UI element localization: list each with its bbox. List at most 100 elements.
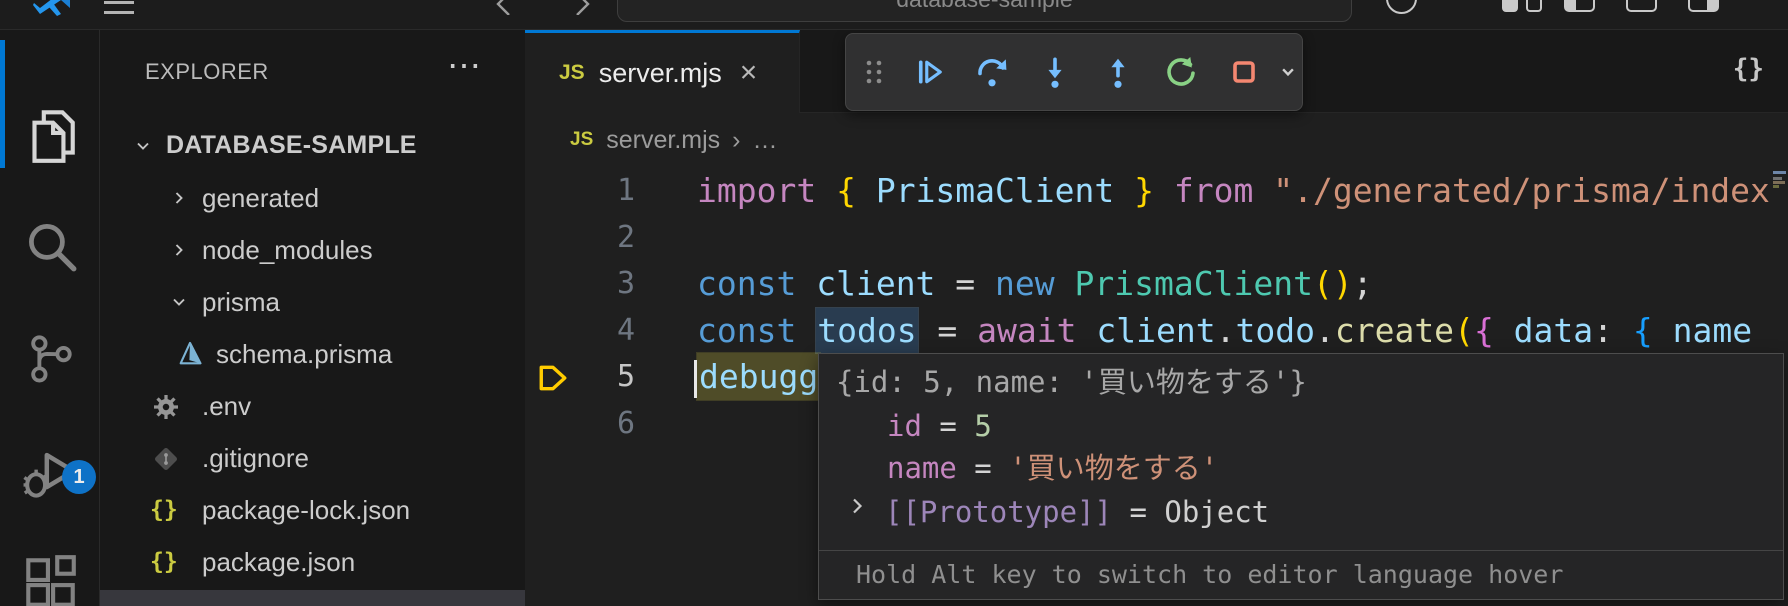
tree-item-package-lock-json[interactable]: {}package-lock.json bbox=[100, 485, 525, 537]
forward-icon[interactable] bbox=[570, 0, 594, 15]
step-out-icon bbox=[1100, 54, 1136, 90]
chevron-down-icon bbox=[168, 291, 190, 313]
code-token: client bbox=[1096, 311, 1215, 350]
code-line-4: 4const todos = await client.todo.create(… bbox=[525, 307, 1788, 354]
toggle-panel-icon[interactable] bbox=[1626, 0, 1657, 12]
code-token: 5 bbox=[974, 409, 991, 443]
explorer-more-actions-button[interactable]: ⋯ bbox=[447, 46, 483, 86]
code-token: import bbox=[697, 171, 836, 210]
activity-debug-button[interactable]: 1 bbox=[0, 420, 100, 520]
line-number[interactable]: 3 bbox=[525, 260, 635, 307]
line-number[interactable]: 1 bbox=[525, 167, 635, 214]
js-file-icon: JS bbox=[559, 61, 585, 85]
activity-files-button[interactable] bbox=[0, 84, 100, 184]
code-token: = bbox=[922, 409, 974, 443]
code-token: = bbox=[1112, 495, 1164, 529]
tab-label: server.mjs bbox=[599, 58, 722, 89]
line-number[interactable]: 5 bbox=[525, 353, 635, 400]
code-token: {id: 5, name: '買い物をする'} bbox=[836, 365, 1307, 399]
stop-button[interactable] bbox=[1226, 54, 1262, 90]
code-token: const bbox=[697, 311, 816, 350]
toggle-secondary-sidebar-icon[interactable] bbox=[1688, 0, 1719, 12]
code-token: { bbox=[1633, 311, 1653, 350]
explorer-title: EXPLORER bbox=[145, 59, 269, 85]
back-icon[interactable] bbox=[492, 0, 516, 15]
account-icon[interactable] bbox=[1386, 0, 1417, 14]
code-token: () bbox=[1313, 264, 1353, 303]
explorer-sidebar: EXPLORER ⋯ DATABASE-SAMPLEgenerated node_… bbox=[100, 30, 525, 606]
code-token: PrismaClient bbox=[876, 171, 1114, 210]
menu-icon[interactable] bbox=[104, 0, 136, 30]
search-icon bbox=[19, 215, 81, 277]
code-line-content: import { PrismaClient } from "./generate… bbox=[697, 167, 1770, 214]
activity-extensions-button[interactable] bbox=[0, 532, 100, 606]
tree-item-label: node_modules bbox=[202, 235, 373, 266]
code-token: const bbox=[697, 264, 816, 303]
chevron-down-icon bbox=[1275, 59, 1301, 85]
tree-item-label: package.json bbox=[202, 547, 355, 578]
sticky-scroll-braces-icon[interactable]: {} bbox=[1733, 54, 1764, 84]
code-token: { bbox=[836, 171, 876, 210]
activity-source-control-button[interactable] bbox=[0, 308, 100, 408]
breadcrumb-file[interactable]: server.mjs bbox=[606, 126, 720, 155]
code-token: name bbox=[1653, 311, 1752, 350]
code-token: create bbox=[1335, 311, 1454, 350]
stop-icon bbox=[1226, 54, 1262, 90]
breadcrumb-separator: › bbox=[732, 126, 740, 155]
expand-chevron-icon[interactable] bbox=[845, 494, 869, 518]
tree-item--gitignore[interactable]: .gitignore bbox=[100, 433, 525, 485]
code-token: data bbox=[1494, 311, 1593, 350]
tab-server-mjs[interactable]: JS server.mjs × bbox=[525, 30, 800, 113]
command-center[interactable]: database-sample bbox=[617, 0, 1352, 22]
code-token: ( bbox=[1454, 311, 1474, 350]
code-token: '買い物をする' bbox=[1009, 451, 1218, 485]
code-line-2: 2 bbox=[525, 214, 1788, 261]
json-icon: {} bbox=[150, 549, 178, 575]
line-number[interactable]: 4 bbox=[525, 307, 635, 354]
activity-search-button[interactable] bbox=[0, 196, 100, 296]
tab-close-icon[interactable]: × bbox=[740, 56, 758, 90]
grip-icon bbox=[864, 57, 884, 87]
tooltip-row-prototype[interactable]: [[Prototype]] = Object bbox=[885, 490, 1269, 534]
code-line-content: const client = new PrismaClient(); bbox=[697, 260, 1373, 307]
tooltip-row: {id: 5, name: '買い物をする'} bbox=[836, 360, 1307, 404]
tree-item-label: schema.prisma bbox=[216, 339, 392, 370]
code-token: client bbox=[816, 264, 935, 303]
continue-button[interactable] bbox=[911, 54, 947, 90]
restart-button[interactable] bbox=[1163, 54, 1199, 90]
toggle-sidebar-icon[interactable] bbox=[1564, 0, 1595, 12]
tree-item-schema-prisma[interactable]: schema.prisma bbox=[100, 329, 525, 381]
breadcrumb: JS server.mjs › … bbox=[525, 113, 1788, 167]
hover-footer-hint: Hold Alt key to switch to editor languag… bbox=[819, 550, 1783, 599]
explorer-selected-item[interactable] bbox=[100, 590, 525, 606]
tree-item-package-json[interactable]: {} package.json bbox=[100, 537, 525, 589]
step-out-button[interactable] bbox=[1100, 54, 1136, 90]
code-token: : bbox=[1593, 311, 1633, 350]
customize-layout-icon[interactable] bbox=[1502, 0, 1542, 12]
tooltip-row: name = '買い物をする' bbox=[887, 446, 1218, 490]
breadcrumb-symbol-more[interactable]: … bbox=[752, 126, 777, 155]
tree-item-prisma[interactable]: prisma bbox=[100, 277, 525, 329]
vscode-logo-icon bbox=[33, 0, 71, 26]
prisma-icon bbox=[176, 340, 204, 368]
line-number[interactable]: 2 bbox=[525, 214, 635, 261]
code-token: id bbox=[887, 409, 922, 443]
code-token: [[Prototype]] bbox=[885, 495, 1112, 529]
step-over-button[interactable] bbox=[974, 54, 1010, 90]
continue-icon bbox=[911, 54, 947, 90]
tree-item--env[interactable]: .env bbox=[100, 381, 525, 433]
chevron-down-button[interactable] bbox=[1275, 59, 1301, 85]
tree-item-generated[interactable]: generated bbox=[100, 173, 525, 225]
step-over-icon bbox=[974, 54, 1010, 90]
tree-item-node-modules[interactable]: node_modules bbox=[100, 225, 525, 277]
line-number[interactable]: 6 bbox=[525, 400, 635, 447]
code-line-3: 3 const client = new PrismaClient(); bbox=[525, 260, 1788, 307]
js-file-icon: JS bbox=[570, 129, 593, 151]
code-token: . bbox=[1216, 311, 1236, 350]
command-center-text: database-sample bbox=[618, 0, 1351, 13]
git-icon bbox=[151, 444, 181, 474]
code-token: Object bbox=[1164, 495, 1269, 529]
step-into-button[interactable] bbox=[1037, 54, 1073, 90]
extensions-icon bbox=[19, 551, 81, 606]
tree-item-database-sample[interactable]: DATABASE-SAMPLE bbox=[100, 121, 525, 173]
